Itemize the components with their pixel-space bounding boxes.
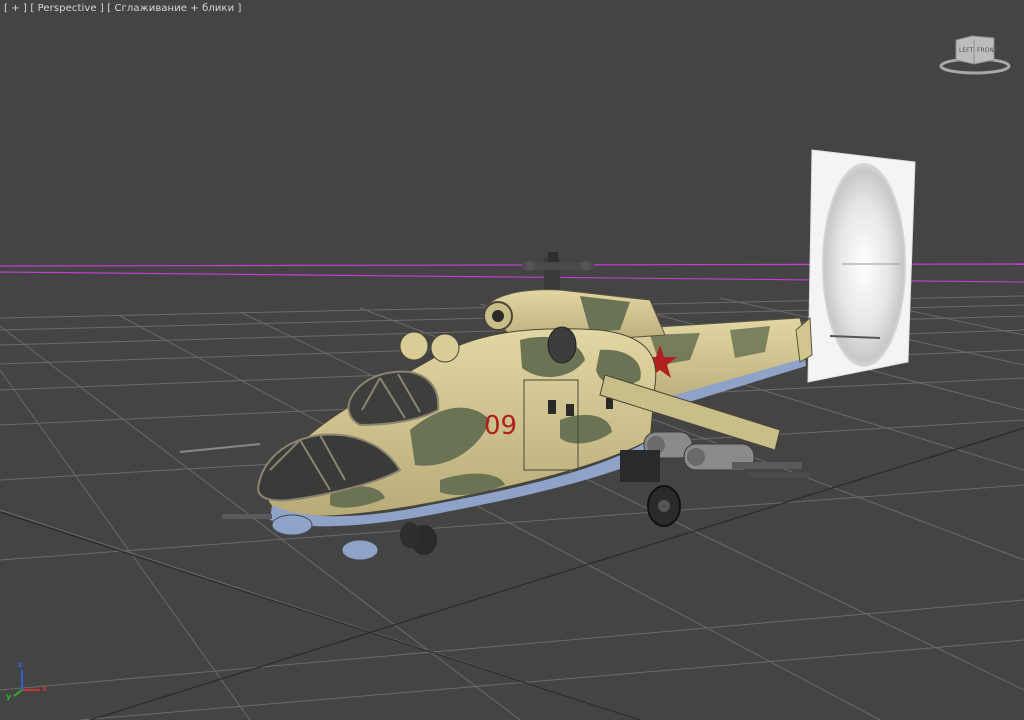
perspective-viewport[interactable]: 09 [+] [Perspective] [Сглаживание +… [0,0,1024,720]
axis-tripod-icon: x y z [4,660,54,704]
axis-z-label: z [18,660,23,669]
tail-number: 09 [484,411,517,441]
viewcube-icon [939,35,1011,75]
viewport-menu-plus[interactable]: [ + ] [4,3,27,14]
helicopter-model[interactable]: 09 [179,252,813,561]
viewport-view-label[interactable]: [ Perspective ] [30,3,104,14]
viewport-label: [ + ] [ Perspective ] [ Сглаживание + бл… [4,3,241,14]
tail-rotor-plane[interactable] [807,149,916,383]
viewport-shading-label[interactable]: [ Сглаживание + блики ] [107,3,241,14]
viewcube[interactable]: LEFT FRONT [938,34,1012,76]
viewport-scene[interactable]: 09 [0,0,1024,720]
viewcube-face-front[interactable]: FRONT [977,47,998,54]
axis-x-label: x [42,684,48,693]
viewcube-face-left[interactable]: LEFT [959,47,973,54]
axis-y-label: y [6,692,12,701]
